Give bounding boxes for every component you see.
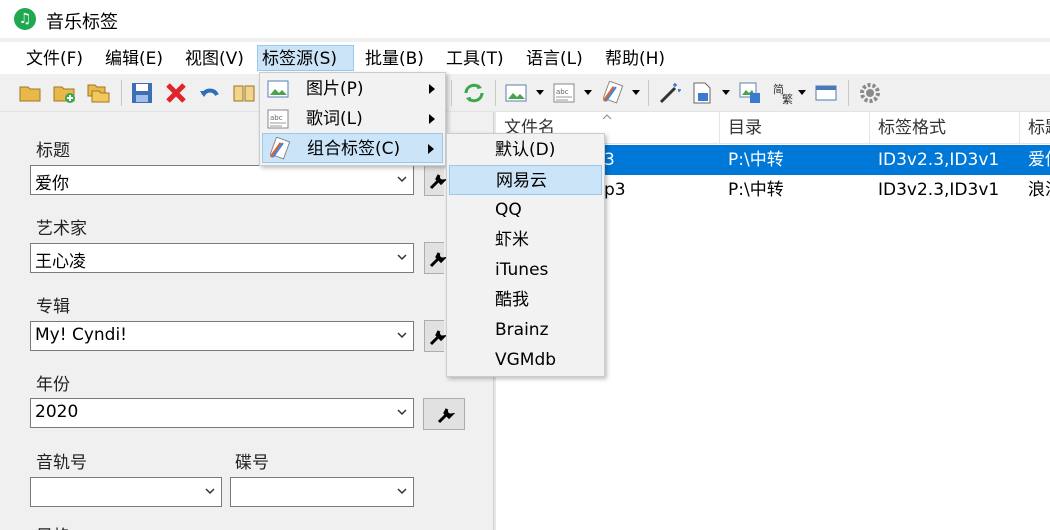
magic-wand-icon[interactable] — [658, 81, 682, 105]
image-icon — [267, 80, 289, 98]
toolbar: abc 简繁 — [0, 74, 1050, 112]
cell-filename: p3 — [604, 180, 626, 200]
wrench-icon — [429, 252, 447, 268]
column-tag-format[interactable]: 标签格式 — [870, 112, 1020, 144]
cell-directory: P:\中转 — [728, 150, 784, 170]
menu-item-itunes[interactable]: iTunes — [449, 255, 602, 285]
window-title: 音乐标签 — [46, 12, 118, 33]
title-label: 标题 — [36, 141, 70, 161]
window-icon[interactable] — [814, 81, 838, 105]
wrench-icon — [429, 174, 447, 190]
menu-item-qq[interactable]: QQ — [449, 195, 602, 225]
track-label: 音轨号 — [36, 453, 87, 473]
menu-file[interactable]: 文件(F) — [22, 46, 87, 72]
album-tool-button[interactable] — [424, 320, 447, 352]
chevron-down-icon — [397, 409, 407, 416]
artist-combo[interactable]: 王心凌 — [30, 243, 414, 273]
open-folder-icon[interactable] — [18, 81, 42, 105]
menu-tag-source[interactable]: 标签源(S) — [257, 45, 354, 71]
menu-item-default[interactable]: 默认(D) — [449, 135, 602, 165]
chevron-down-icon — [397, 176, 407, 183]
artist-label: 艺术家 — [36, 219, 87, 239]
gear-icon[interactable] — [858, 81, 882, 105]
title-bar: ♫ 音乐标签 — [0, 0, 1050, 38]
year-tool-button[interactable] — [423, 398, 465, 430]
title-tool-button[interactable] — [424, 164, 447, 196]
tag-editor-panel: 标题 爱你 艺术家 王心凌 专辑 My! Cyndi! 年份 2020 音轨号 … — [0, 112, 493, 530]
menu-item-picture[interactable]: 图片(P) — [262, 74, 443, 104]
tag-source-menu: 图片(P) abc 歌词(L) 组合标签(C) — [259, 72, 446, 166]
cell-tag-format: ID3v2.3,ID3v1 — [878, 150, 1000, 170]
lyrics-icon: abc — [267, 109, 289, 129]
menu-help[interactable]: 帮助(H) — [601, 46, 669, 72]
app-music-icon: ♫ — [14, 8, 36, 30]
disc-combo[interactable] — [230, 477, 414, 507]
cell-title: 浪漫 — [1028, 180, 1050, 200]
menu-item-lyrics[interactable]: abc 歌词(L) — [262, 104, 443, 134]
artist-value: 王心凌 — [35, 252, 86, 272]
add-folder-icon[interactable] — [52, 81, 76, 105]
year-combo[interactable]: 2020 — [30, 398, 414, 428]
image-icon[interactable] — [504, 81, 528, 105]
menu-bar: 文件(F) 编辑(E) 视图(V) 标签源(S) 批量(B) 工具(T) 语言(… — [0, 42, 1050, 74]
title-combo[interactable]: 爱你 — [30, 165, 414, 195]
title-value: 爱你 — [35, 174, 69, 194]
refresh-icon[interactable] — [462, 81, 486, 105]
menu-tools[interactable]: 工具(T) — [442, 46, 508, 72]
menu-language[interactable]: 语言(L) — [522, 46, 587, 72]
menu-item-vgmdb[interactable]: VGMdb — [449, 345, 602, 375]
cell-filename: 3 — [604, 150, 615, 170]
cell-tag-format: ID3v2.3,ID3v1 — [878, 180, 1000, 200]
cell-title: 爱你 — [1028, 150, 1050, 170]
year-value: 2020 — [35, 402, 79, 422]
track-combo[interactable] — [30, 477, 222, 507]
menu-view[interactable]: 视图(V) — [181, 46, 248, 72]
submenu-arrow-icon — [429, 84, 435, 94]
submenu-arrow-icon — [429, 114, 435, 124]
chevron-down-icon — [397, 254, 407, 261]
column-title[interactable]: 标题 — [1020, 112, 1050, 144]
combined-tags-submenu: 默认(D) 网易云 QQ 虾米 iTunes 酷我 Brainz VGMdb — [446, 133, 605, 377]
album-combo[interactable]: My! Cyndi! — [30, 321, 414, 351]
wrench-icon — [429, 330, 447, 346]
menu-item-kuwo[interactable]: 酷我 — [449, 285, 602, 315]
chevron-down-icon — [205, 488, 215, 495]
chevron-down-icon — [397, 332, 407, 339]
sort-arrow-icon — [602, 114, 612, 120]
combined-tags-icon — [269, 137, 291, 160]
genre-label: 风格 — [36, 522, 70, 530]
submenu-arrow-icon — [428, 144, 434, 154]
combined-tags-icon[interactable] — [600, 81, 624, 105]
save-icon[interactable] — [130, 81, 154, 105]
delete-icon[interactable] — [164, 81, 188, 105]
menu-item-xiami[interactable]: 虾米 — [449, 225, 602, 255]
album-label: 专辑 — [36, 297, 70, 317]
book-icon[interactable] — [232, 81, 256, 105]
convert-text-icon[interactable]: 简繁 — [772, 81, 796, 105]
svg-text:abc: abc — [270, 114, 283, 122]
svg-text:abc: abc — [556, 88, 569, 96]
menu-edit[interactable]: 编辑(E) — [101, 46, 167, 72]
lyrics-icon[interactable]: abc — [552, 81, 576, 105]
menu-item-brainz[interactable]: Brainz — [449, 315, 602, 345]
disc-label: 碟号 — [235, 453, 269, 473]
menu-batch[interactable]: 批量(B) — [361, 46, 428, 72]
image-export-icon[interactable] — [738, 81, 762, 105]
undo-icon[interactable] — [198, 81, 222, 105]
subfolders-icon[interactable] — [86, 81, 110, 105]
album-value: My! Cyndi! — [35, 325, 127, 345]
chevron-down-icon — [397, 488, 407, 495]
column-directory[interactable]: 目录 — [720, 112, 870, 144]
menu-item-combined-tags[interactable]: 组合标签(C) — [262, 133, 443, 163]
menu-item-netease[interactable]: 网易云 — [449, 165, 602, 195]
year-label: 年份 — [36, 375, 70, 395]
wrench-icon — [437, 408, 455, 424]
svg-text:繁: 繁 — [782, 92, 793, 105]
artist-tool-button[interactable] — [424, 242, 447, 274]
cell-directory: P:\中转 — [728, 180, 784, 200]
document-icon[interactable] — [690, 81, 714, 105]
